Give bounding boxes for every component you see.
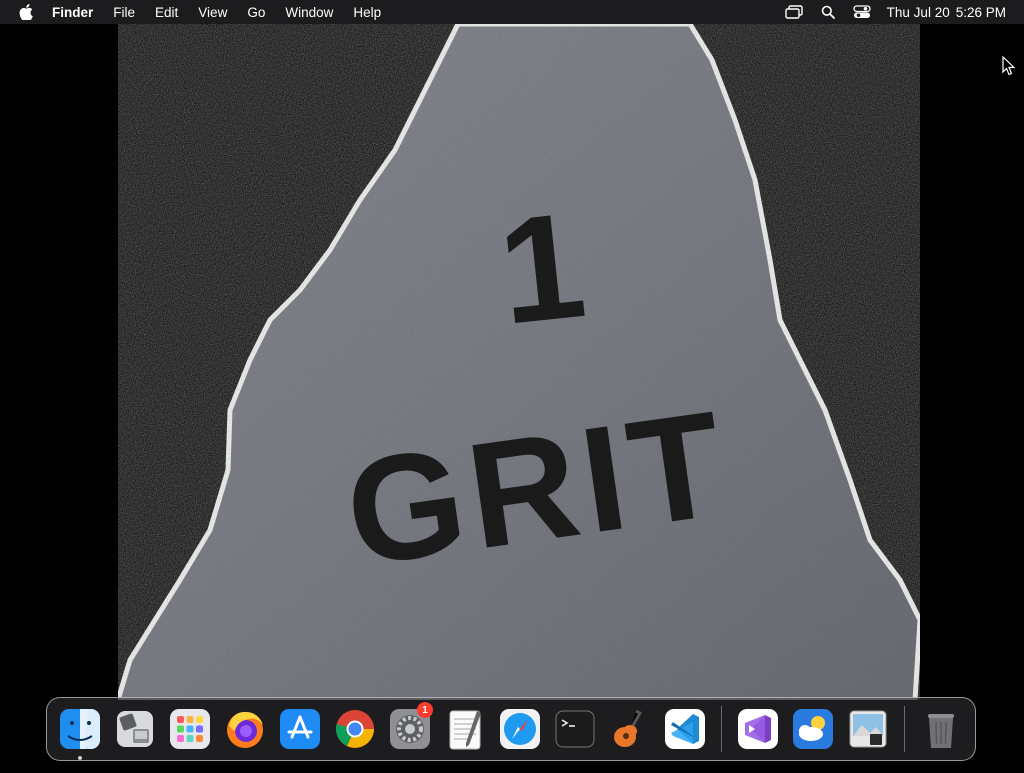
apple-menu-icon[interactable] (18, 4, 34, 20)
desktop-wallpaper: 1 GRIT (0, 21, 1024, 768)
dock-system-settings[interactable]: 1 (385, 702, 435, 754)
menu-view[interactable]: View (188, 0, 237, 24)
dock-app-store[interactable] (275, 704, 325, 754)
dock: 1 (46, 697, 976, 761)
visual-studio-icon (738, 709, 778, 749)
dock-trash[interactable] (916, 704, 966, 754)
app-store-icon (280, 709, 320, 749)
launchpad-icon (170, 709, 210, 749)
menu-help[interactable]: Help (343, 0, 391, 24)
clock-time: 5:26 PM (955, 4, 1006, 20)
trash-icon (928, 714, 954, 748)
safari-icon (500, 709, 540, 749)
menu-file[interactable]: File (103, 0, 145, 24)
finder-icon (60, 709, 100, 749)
dock-terminal[interactable] (550, 704, 600, 754)
control-center-icon[interactable] (853, 3, 871, 21)
dock-safari[interactable] (495, 704, 545, 754)
menu-edit[interactable]: Edit (145, 0, 188, 24)
menu-bar-clock[interactable]: Thu Jul 20 5:26 PM (887, 5, 1006, 20)
menu-bar: Finder File Edit View Go Window Help Thu… (0, 0, 1024, 24)
painted-number: 1 (492, 180, 593, 356)
clock-date: Thu Jul 20 (886, 4, 950, 20)
dock-migration-assistant[interactable] (110, 704, 160, 754)
preview-icon (849, 710, 887, 748)
dock-vscode[interactable] (660, 704, 710, 754)
textedit-icon (449, 710, 481, 750)
menu-window[interactable]: Window (275, 0, 343, 24)
mouse-pointer-icon (1002, 55, 1016, 76)
weather-icon (793, 709, 833, 749)
migration-assistant-icon (117, 711, 153, 747)
dock-launchpad[interactable] (165, 704, 215, 754)
dock-separator (904, 706, 905, 752)
vscode-icon (665, 709, 705, 749)
dock-preview[interactable] (843, 704, 893, 754)
dock-finder[interactable] (55, 704, 105, 760)
screen-mirroring-icon[interactable] (784, 3, 803, 21)
dock-separator (721, 706, 722, 752)
dock-chrome[interactable] (330, 704, 380, 754)
running-indicator (78, 756, 82, 760)
menu-go[interactable]: Go (237, 0, 275, 24)
terminal-icon (555, 710, 595, 748)
dock-firefox[interactable] (220, 704, 270, 754)
garageband-icon (614, 709, 643, 747)
chrome-icon (335, 710, 374, 748)
dock-textedit[interactable] (440, 704, 490, 754)
rock-wallpaper-image: 1 GRIT (114, 21, 923, 703)
dock-visual-studio[interactable] (733, 704, 783, 754)
app-menu-finder[interactable]: Finder (52, 0, 103, 24)
spotlight-search-icon[interactable] (819, 3, 837, 21)
notification-badge: 1 (417, 702, 433, 718)
firefox-icon (227, 711, 263, 748)
dock-weather[interactable] (788, 704, 838, 754)
dock-garageband[interactable] (605, 704, 655, 754)
